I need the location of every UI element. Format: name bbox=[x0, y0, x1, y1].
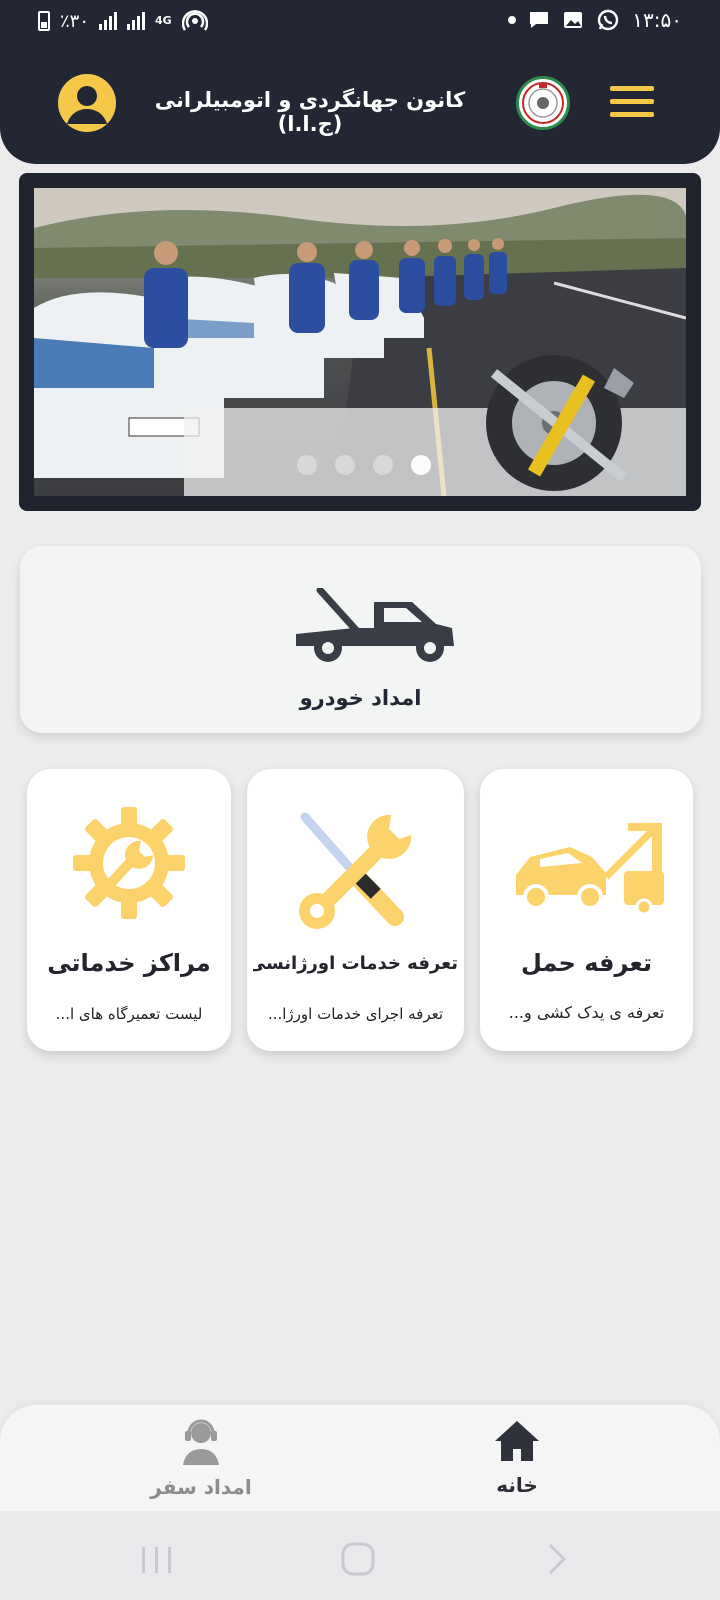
nav-label: خانه bbox=[496, 1473, 538, 1497]
nav-item-home[interactable]: خانه bbox=[437, 1419, 597, 1497]
home-button-icon[interactable] bbox=[340, 1541, 376, 1577]
banner-carousel[interactable] bbox=[19, 173, 701, 511]
app-bar: کانون جهانگردی و اتومبیلرانی (ج.ا.ا) bbox=[0, 58, 720, 158]
tow-truck-icon bbox=[296, 588, 454, 662]
carousel-indicators bbox=[297, 455, 431, 475]
service-subtitle: تعرفه ی یدک کشی و... bbox=[508, 1003, 665, 1022]
signal-icon bbox=[99, 12, 118, 30]
bottom-navigation: خانه امداد سفر bbox=[0, 1405, 720, 1511]
gear-wrench-icon bbox=[73, 807, 185, 919]
service-title: تعرفه حمل bbox=[521, 949, 652, 977]
hamburger-menu-icon[interactable] bbox=[610, 86, 654, 122]
whatsapp-icon bbox=[598, 9, 619, 31]
carousel-dot[interactable] bbox=[373, 455, 393, 475]
nav-item-travel-assistance[interactable]: امداد سفر bbox=[121, 1419, 281, 1499]
service-centers-card[interactable]: مراکز خدماتی لیست تعمیرگاه های ا... bbox=[27, 769, 231, 1051]
app-title: کانون جهانگردی و اتومبیلرانی (ج.ا.ا) bbox=[154, 88, 466, 136]
message-icon bbox=[530, 12, 549, 28]
wrench-screwdriver-icon bbox=[299, 812, 412, 929]
tow-car-icon bbox=[516, 823, 664, 915]
recent-apps-icon[interactable] bbox=[140, 1545, 174, 1575]
user-circle-icon[interactable] bbox=[58, 74, 116, 132]
battery-percent: ٪۳۰ bbox=[60, 10, 90, 32]
carousel-dot-active[interactable] bbox=[411, 455, 431, 475]
emblem-logo bbox=[516, 76, 570, 130]
app-header: ٪۳۰ 4G ۱۳:۵۰ کانون جهانگردی و اتومبیلران… bbox=[0, 0, 720, 164]
emergency-tariff-card[interactable]: تعرفه خدمات اورژانسی تعرفه اجرای خدمات ا… bbox=[247, 769, 464, 1051]
gallery-icon bbox=[564, 12, 583, 28]
carousel-dot[interactable] bbox=[335, 455, 355, 475]
system-navigation-bar bbox=[0, 1511, 720, 1600]
service-title: مراکز خدماتی bbox=[47, 949, 211, 977]
hotspot-icon bbox=[181, 10, 208, 31]
towing-tariff-card[interactable]: تعرفه حمل تعرفه ی یدک کشی و... bbox=[480, 769, 693, 1051]
nav-label: امداد سفر bbox=[150, 1475, 252, 1499]
roadside-assistance-label: امداد خودرو bbox=[299, 686, 422, 710]
service-title: تعرفه خدمات اورژانسی bbox=[253, 953, 458, 974]
network-type: 4G bbox=[155, 14, 172, 27]
signal-icon-2 bbox=[127, 12, 146, 30]
back-icon[interactable] bbox=[546, 1543, 568, 1575]
banner-image bbox=[34, 188, 686, 496]
home-icon bbox=[495, 1421, 539, 1461]
support-agent-icon bbox=[183, 1419, 219, 1465]
notification-dot-icon bbox=[508, 16, 517, 24]
service-subtitle: لیست تعمیرگاه های ا... bbox=[55, 1005, 203, 1023]
carousel-dot[interactable] bbox=[297, 455, 317, 475]
battery-icon bbox=[38, 11, 50, 31]
service-subtitle: تعرفه اجرای خدمات اورژا... bbox=[267, 1005, 444, 1023]
status-bar: ٪۳۰ 4G ۱۳:۵۰ bbox=[0, 0, 720, 44]
clock: ۱۳:۵۰ bbox=[632, 8, 682, 32]
roadside-assistance-card[interactable]: امداد خودرو bbox=[20, 546, 701, 733]
